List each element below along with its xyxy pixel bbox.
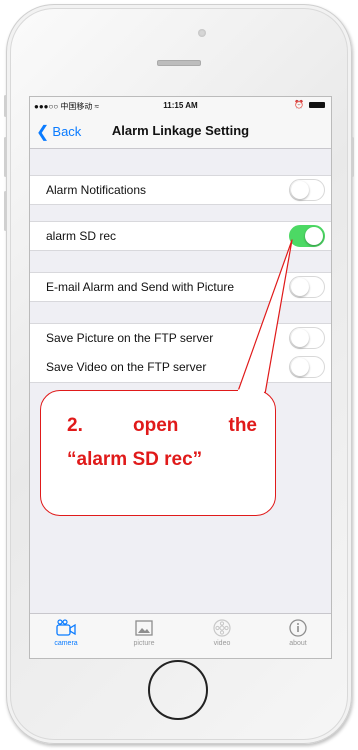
callout-arrow-cover	[238, 389, 264, 393]
